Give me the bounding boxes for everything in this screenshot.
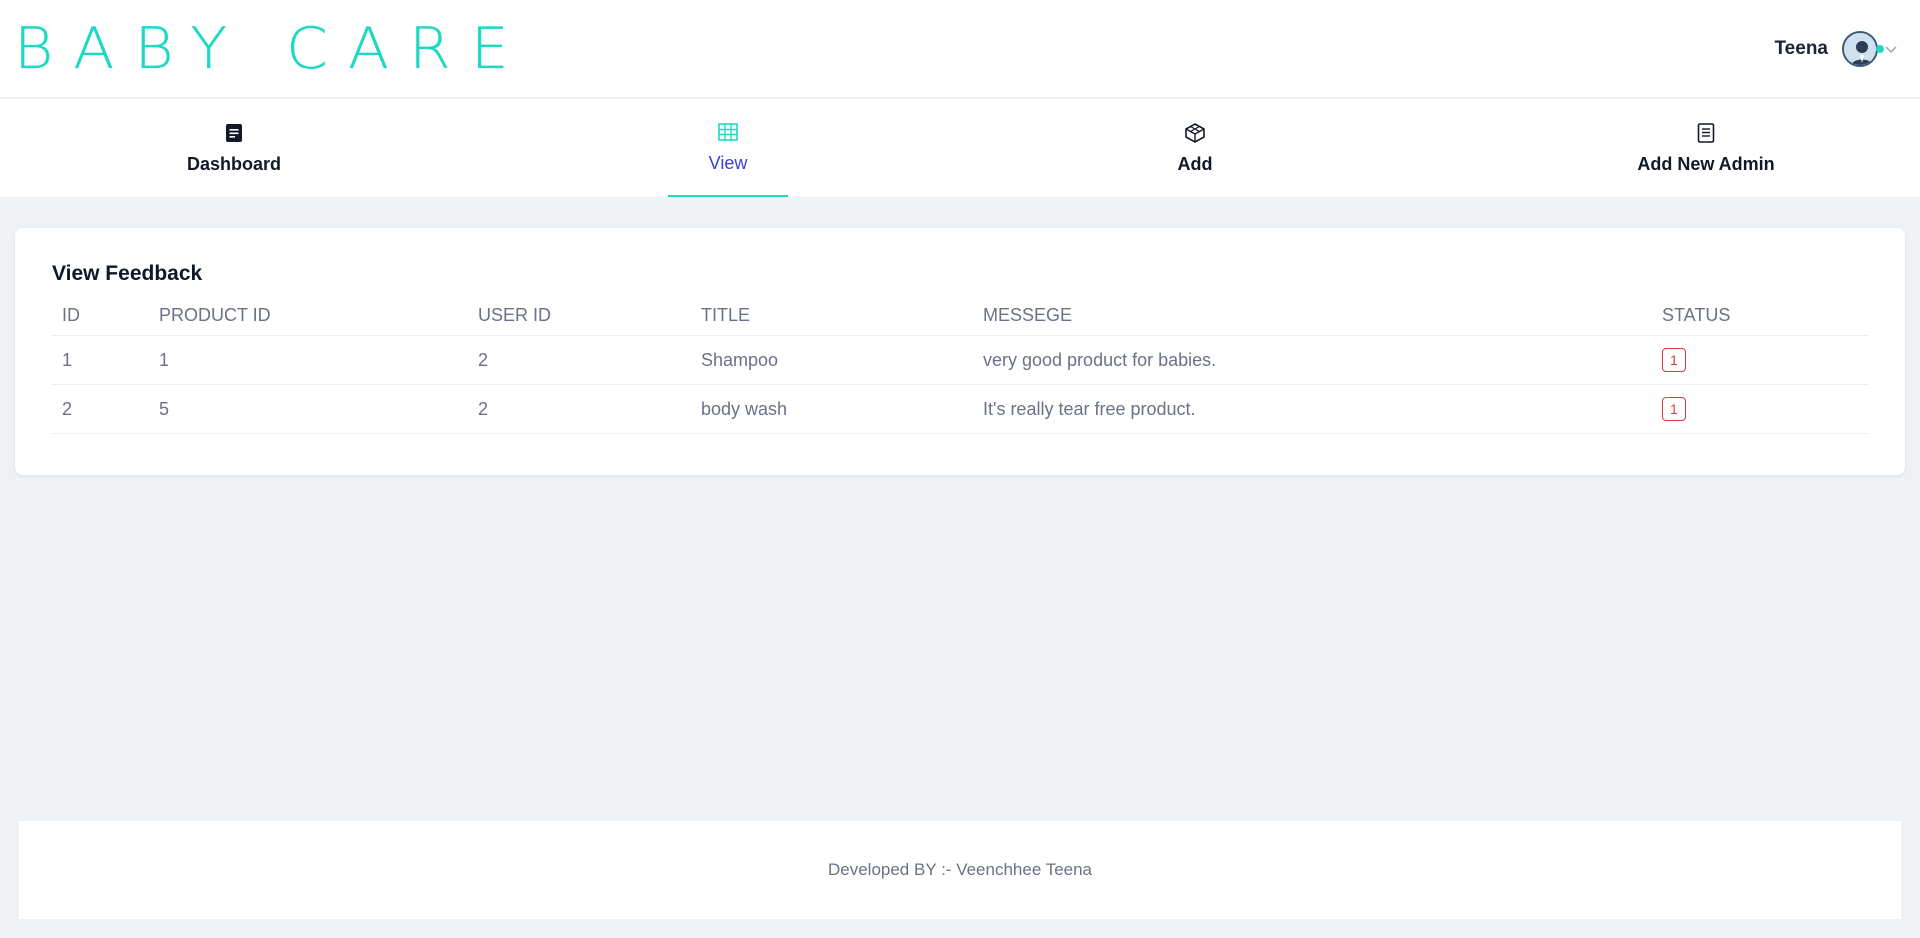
nav-label-add-new-admin: Add New Admin xyxy=(1637,153,1775,174)
cell-product-id: 5 xyxy=(149,384,468,434)
nav-label-add: Add xyxy=(1177,153,1213,174)
cell-id: 2 xyxy=(52,384,149,434)
document-icon xyxy=(226,123,242,142)
cell-title: body wash xyxy=(691,384,973,434)
status-badge[interactable]: 1 xyxy=(1662,397,1686,421)
cell-product-id: 1 xyxy=(149,335,468,385)
footer-credit: Developed BY :- Veenchhee Teena xyxy=(827,860,1093,879)
cell-message: It's really tear free product. xyxy=(973,384,1652,434)
feedback-card: View Feedback ID PRODUCT ID USER ID TITL… xyxy=(15,228,1905,475)
cell-id: 1 xyxy=(52,335,149,385)
nav-item-add[interactable]: Add xyxy=(1145,99,1245,197)
column-header-user-id: USER ID xyxy=(468,296,691,336)
cell-user-id: 2 xyxy=(468,384,691,434)
cell-title: Shampoo xyxy=(691,335,973,385)
table-row: 1 1 2 Shampoo very good product for babi… xyxy=(52,335,1868,385)
top-header: BABY CARE Teena xyxy=(0,0,1920,98)
brand-logo[interactable]: BABY CARE xyxy=(14,20,529,77)
nav-item-view[interactable]: View xyxy=(668,99,788,197)
nav-item-dashboard[interactable]: Dashboard xyxy=(134,99,334,197)
user-name[interactable]: Teena xyxy=(1774,38,1828,60)
main-nav: Dashboard View Add Add New Admin xyxy=(0,99,1920,197)
column-header-id: ID xyxy=(52,296,149,336)
cell-message: very good product for babies. xyxy=(973,335,1652,385)
nav-item-add-new-admin[interactable]: Add New Admin xyxy=(1606,99,1806,197)
cube-icon xyxy=(1185,122,1205,143)
column-header-title: TITLE xyxy=(691,296,973,336)
table-row: 2 5 2 body wash It's really tear free pr… xyxy=(52,384,1868,434)
column-header-product-id: PRODUCT ID xyxy=(149,296,468,336)
column-header-status: STATUS xyxy=(1652,296,1868,336)
cell-status: 1 xyxy=(1652,384,1868,434)
nav-label-view: View xyxy=(708,152,748,173)
table-header-row: ID PRODUCT ID USER ID TITLE MESSEGE STAT… xyxy=(52,296,1868,336)
cell-status: 1 xyxy=(1652,335,1868,385)
feedback-table: ID PRODUCT ID USER ID TITLE MESSEGE STAT… xyxy=(52,296,1868,434)
card-title: View Feedback xyxy=(52,262,203,285)
cell-user-id: 2 xyxy=(468,335,691,385)
status-badge[interactable]: 1 xyxy=(1662,348,1686,372)
user-avatar-icon[interactable] xyxy=(1842,30,1878,67)
nav-label-dashboard: Dashboard xyxy=(186,153,282,174)
column-header-message: MESSEGE xyxy=(973,296,1652,336)
grid-icon xyxy=(718,122,738,141)
online-status-dot xyxy=(1876,45,1884,53)
page-footer: Developed BY :- Veenchhee Teena xyxy=(19,821,1901,919)
file-lines-icon xyxy=(1697,122,1715,143)
chevron-down-icon[interactable] xyxy=(1884,42,1898,56)
